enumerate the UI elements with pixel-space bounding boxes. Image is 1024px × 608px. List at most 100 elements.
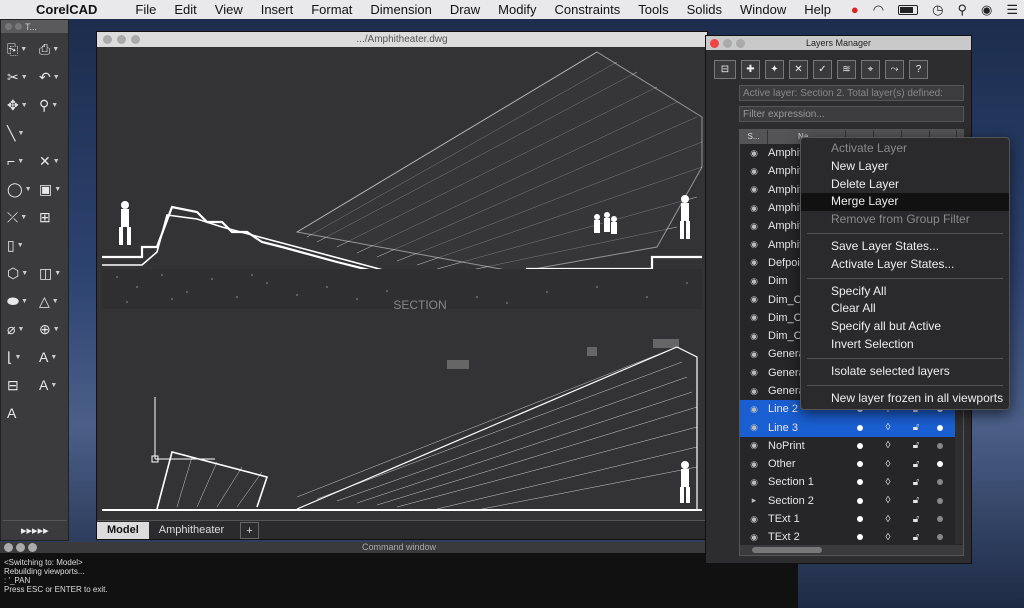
drawing-canvas[interactable]: SECTION — [97, 47, 707, 521]
clock-icon[interactable]: ◷ — [932, 2, 943, 18]
visibility-eye-icon[interactable]: ◉ — [740, 221, 768, 232]
column-status[interactable]: S... — [740, 130, 768, 144]
menu-item-specify-all-but-active[interactable]: Specify all but Active — [801, 318, 1009, 336]
visibility-eye-icon[interactable]: ◉ — [740, 477, 768, 488]
menu-draw[interactable]: Draw — [450, 2, 480, 17]
minimize-button[interactable] — [723, 39, 732, 48]
layer-row[interactable]: ◉ TExt 2 ◊ 🔓︎ — [740, 528, 963, 546]
visibility-eye-icon[interactable]: ◉ — [740, 184, 768, 195]
move-icon[interactable]: ✥ ▼ — [7, 96, 33, 114]
delete-layer-icon[interactable]: ✕ — [789, 60, 808, 79]
menu-solids[interactable]: Solids — [687, 2, 722, 17]
menu-format[interactable]: Format — [311, 2, 352, 17]
menu-item-save-layer-states[interactable]: Save Layer States... — [801, 238, 1009, 256]
close-button[interactable] — [4, 543, 13, 552]
freeze-drop-icon[interactable]: ◊ — [874, 495, 902, 506]
lock-icon[interactable]: 🔓︎ — [902, 477, 930, 488]
zoom-button[interactable] — [131, 35, 140, 44]
new-drawing-icon[interactable]: ⎘ ▼ — [7, 40, 33, 58]
lock-icon[interactable]: 🔓︎ — [902, 532, 930, 543]
layer-properties-icon[interactable]: ▯ ▼ — [7, 236, 33, 254]
menu-item-new-layer-frozen-in-all-viewports[interactable]: New layer frozen in all viewports — [801, 390, 1009, 408]
block-icon[interactable]: ⊞ — [39, 208, 65, 226]
active-layer-arrow-icon[interactable]: ▸ — [740, 495, 768, 506]
layer-color-swatch[interactable] — [930, 440, 950, 452]
close-button[interactable] — [710, 39, 719, 48]
annotation-icon[interactable]: A — [7, 404, 33, 422]
minimize-button[interactable] — [16, 543, 25, 552]
layer-on-dot-icon[interactable] — [846, 422, 874, 434]
app-name[interactable]: CorelCAD — [36, 2, 97, 17]
help-icon[interactable]: ? — [909, 60, 928, 79]
command-history[interactable]: <Switching to: Model> Rebuilding viewpor… — [0, 553, 798, 599]
menu-item-delete-layer[interactable]: Delete Layer — [801, 176, 1009, 194]
layer-on-dot-icon[interactable] — [846, 476, 874, 488]
layer-row[interactable]: ◉ Line 3 ◊ 🔓︎ — [740, 418, 963, 437]
cut-icon[interactable]: ✂ ▼ — [7, 68, 33, 86]
lock-icon[interactable]: 🔓︎ — [902, 440, 930, 451]
layer-filter-icon[interactable]: ⊟ — [714, 60, 736, 79]
visibility-eye-icon[interactable]: ◉ — [740, 367, 768, 378]
layer-on-dot-icon[interactable] — [846, 440, 874, 452]
revolve-icon[interactable]: △ ▼ — [39, 292, 65, 310]
layer-color-swatch[interactable] — [930, 495, 950, 507]
visibility-eye-icon[interactable]: ◉ — [740, 203, 768, 214]
layer-color-swatch[interactable] — [930, 422, 950, 434]
menu-view[interactable]: View — [215, 2, 243, 17]
zoom-icon[interactable]: ⚲ ▼ — [39, 96, 65, 114]
zoom-button[interactable] — [736, 39, 745, 48]
add-layout-button[interactable]: + — [240, 521, 259, 539]
menu-item-specify-all[interactable]: Specify All — [801, 283, 1009, 301]
snap-icon[interactable]: ⊕ ▼ — [39, 320, 65, 338]
close-button[interactable] — [5, 23, 12, 30]
freeze-drop-icon[interactable]: ◊ — [874, 514, 902, 525]
circle-icon[interactable]: ◯ ▼ — [7, 180, 33, 198]
visibility-eye-icon[interactable]: ◉ — [740, 532, 768, 543]
close-button[interactable] — [103, 35, 112, 44]
corelcad-status-icon[interactable]: ● — [851, 2, 859, 17]
visibility-eye-icon[interactable]: ◉ — [740, 148, 768, 159]
layer-on-dot-icon[interactable] — [846, 495, 874, 507]
menu-item-activate-layer-states[interactable]: Activate Layer States... — [801, 256, 1009, 274]
extrude-icon[interactable]: ◫ ▼ — [39, 264, 65, 282]
menu-dimension[interactable]: Dimension — [370, 2, 431, 17]
layer-row[interactable]: ◉ NoPrint ◊ 🔓︎ — [740, 437, 963, 455]
wifi-icon[interactable]: ◠ — [873, 2, 884, 18]
menu-tools[interactable]: Tools — [638, 2, 668, 17]
new-layer-icon[interactable]: ✚ — [741, 60, 760, 79]
visibility-eye-icon[interactable]: ◉ — [740, 459, 768, 470]
visibility-eye-icon[interactable]: ◉ — [740, 422, 768, 433]
layer-row[interactable]: ◉ TExt 1 ◊ 🔓︎ — [740, 510, 963, 528]
menu-window[interactable]: Window — [740, 2, 786, 17]
lock-icon[interactable]: 🔓︎ — [902, 459, 930, 470]
visibility-eye-icon[interactable]: ◉ — [740, 239, 768, 250]
table-icon[interactable]: ⊟ — [7, 376, 33, 394]
undo-icon[interactable]: ↶ ▼ — [39, 68, 65, 86]
visibility-eye-icon[interactable]: ◉ — [740, 440, 768, 451]
visibility-eye-icon[interactable]: ◉ — [740, 257, 768, 268]
polyline-icon[interactable]: ⌐ ▼ — [7, 152, 33, 170]
visibility-eye-icon[interactable]: ◉ — [740, 276, 768, 287]
menu-item-isolate-selected-layers[interactable]: Isolate selected layers — [801, 363, 1009, 381]
freeze-drop-icon[interactable]: ◊ — [874, 440, 902, 451]
text-icon[interactable]: A ▼ — [39, 348, 65, 366]
set-current-icon[interactable]: ✓ — [813, 60, 832, 79]
menu-edit[interactable]: Edit — [174, 2, 196, 17]
text-style-icon[interactable]: A ▼ — [39, 376, 65, 394]
layer-color-swatch[interactable] — [930, 458, 950, 470]
menu-insert[interactable]: Insert — [261, 2, 294, 17]
layer-on-dot-icon[interactable] — [846, 531, 874, 543]
menu-file[interactable]: File — [135, 2, 156, 17]
menu-item-merge-layer[interactable]: Merge Layer — [801, 193, 1009, 212]
visibility-eye-icon[interactable]: ◉ — [740, 166, 768, 177]
menu-help[interactable]: Help — [804, 2, 831, 17]
tab-model[interactable]: Model — [97, 521, 149, 539]
menu-modify[interactable]: Modify — [498, 2, 536, 17]
minimize-button[interactable] — [117, 35, 126, 44]
scroll-thumb[interactable] — [752, 547, 822, 553]
battery-icon[interactable] — [898, 4, 919, 15]
visibility-eye-icon[interactable]: ◉ — [740, 404, 768, 415]
visibility-eye-icon[interactable]: ◉ — [740, 349, 768, 360]
freeze-drop-icon[interactable]: ◊ — [874, 422, 902, 433]
new-layer-vp-icon[interactable]: ✦ — [765, 60, 784, 79]
